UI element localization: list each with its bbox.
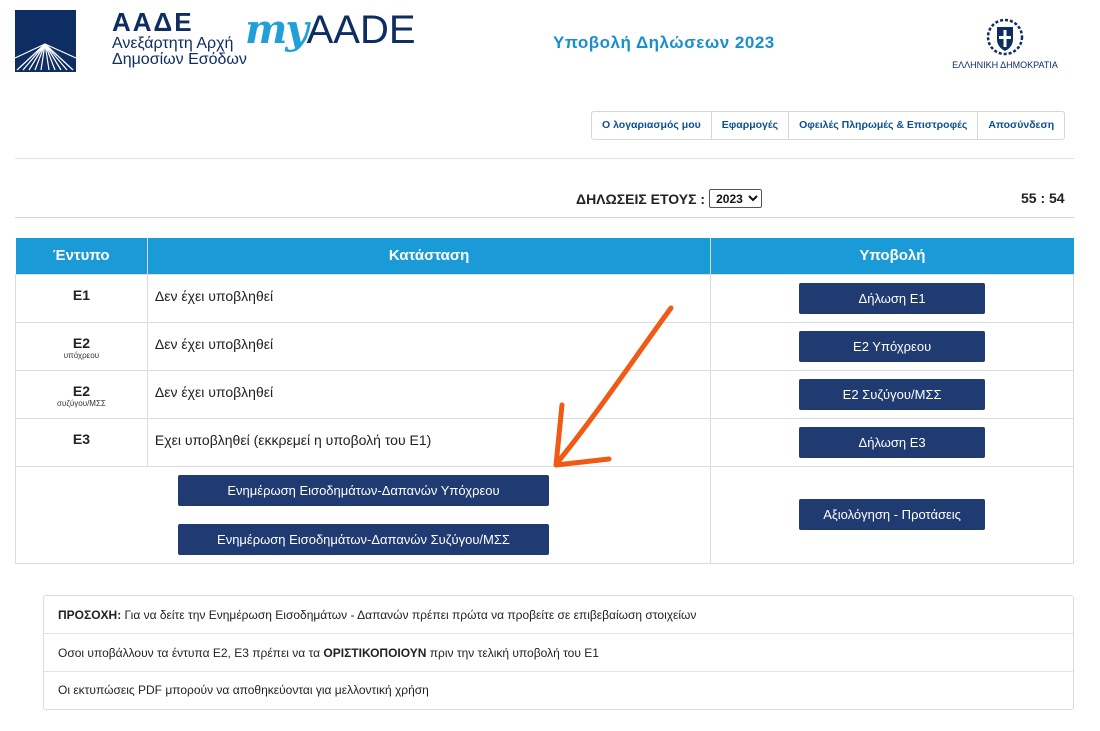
aade-logo-icon xyxy=(15,10,76,72)
form-code: Ε2 xyxy=(72,334,90,351)
form-code: Ε1 xyxy=(72,286,90,303)
form-code: Ε2 xyxy=(72,382,90,399)
table-row: Ε2 υπόχρεου Δεν έχει υποβληθεί Ε2 Υπόχρε… xyxy=(15,321,1074,371)
year-filter-label: ΔΗΛΩΣΕΙΣ ΕΤΟΥΣ : xyxy=(576,190,706,207)
myaade-logo-my: my xyxy=(245,6,309,53)
republic-label: ΕΛΛΗΝΙΚΗ ΔΗΜΟΚΡΑΤΙΑ xyxy=(952,60,1058,70)
page-title: Υποβολή Δηλώσεων 2023 xyxy=(553,33,775,52)
org-short-name: ΑΑΔΕ xyxy=(112,7,194,37)
notice-warning-label: ΠΡΟΣΟΧΗ: xyxy=(58,608,122,622)
notice-item: Οσοι υποβάλλουν τα έντυπα Ε2, Ε3 πρέπει … xyxy=(44,634,1073,672)
declarations-table: Έντυπο Κατάσταση Υποβολή Ε1 Δεν έχει υπο… xyxy=(14,238,1074,564)
declaration-e1-button[interactable]: Δήλωση Ε1 xyxy=(799,282,986,314)
year-filter: ΔΗΛΩΣΕΙΣ ΕΤΟΥΣ : 2023 xyxy=(576,189,763,208)
session-timer: 55 : 54 xyxy=(1021,190,1065,206)
table-row: Ε3 Εχει υποβληθεί (εκκρεμεί η υποβολή το… xyxy=(15,417,1074,467)
nav-my-account[interactable]: Ο λογαριασμός μου xyxy=(592,112,712,139)
e2-spouse-button[interactable]: Ε2 Συζύγου/ΜΣΣ xyxy=(799,378,986,410)
divider xyxy=(15,217,1074,218)
table-row: Ε1 Δεν έχει υποβληθεί Δήλωση Ε1 xyxy=(15,273,1074,323)
myaade-logo: myAADE xyxy=(245,6,416,53)
notice-emphasis: ΟΡΙΣΤΙΚΟΠΟΙΟΥΝ xyxy=(323,646,427,660)
divider xyxy=(15,158,1074,159)
hellenic-republic-logo: ΕΛΛΗΝΙΚΗ ΔΗΜΟΚΡΑΤΙΑ xyxy=(950,18,1060,70)
update-income-expenses-spouse-button[interactable]: Ενημέρωση Εισοδημάτων-Δαπανών Συζύγου/ΜΣ… xyxy=(178,523,549,555)
nav-logout[interactable]: Αποσύνδεση xyxy=(978,112,1064,139)
aade-wordmark: ΑΑΔΕ Ανεξάρτητη Αρχή Δημοσίων Εσόδων xyxy=(112,8,247,68)
notice-text: πριν την τελική υποβολή του Ε1 xyxy=(426,646,599,660)
year-select[interactable]: 2023 xyxy=(709,189,763,208)
update-income-expenses-taxpayer-button[interactable]: Ενημέρωση Εισοδημάτων-Δαπανών Υπόχρεου xyxy=(178,474,549,506)
e2-taxpayer-button[interactable]: Ε2 Υπόχρεου xyxy=(799,330,986,362)
table-row: Ενημέρωση Εισοδημάτων-Δαπανών Υπόχρεου Ε… xyxy=(14,465,1074,564)
column-header-status: Κατάσταση xyxy=(147,238,712,274)
form-subtitle: συζύγου/ΜΣΣ xyxy=(57,398,106,408)
nav-debts-payments-refunds[interactable]: Οφειλές Πληρωμές & Επιστροφές xyxy=(789,112,979,139)
notice-item: Οι εκτυπώσεις PDF μπορούν να αποθηκεύοντ… xyxy=(58,683,429,697)
notices-panel: ΠΡΟΣΟΧΗ: Για να δείτε την Ενημέρωση Εισο… xyxy=(43,595,1074,710)
status-cell: Δεν έχει υποβληθεί xyxy=(146,369,712,419)
notice-text: Οσοι υποβάλλουν τα έντυπα Ε2, Ε3 πρέπει … xyxy=(58,646,324,660)
nav-applications[interactable]: Εφαρμογές xyxy=(712,112,790,139)
form-code: Ε3 xyxy=(72,430,90,447)
column-header-form: Έντυπο xyxy=(15,238,148,274)
table-row: Ε2 συζύγου/ΜΣΣ Δεν έχει υποβληθεί Ε2 Συζ… xyxy=(15,369,1074,419)
status-cell: Δεν έχει υποβληθεί xyxy=(146,273,712,323)
notice-item: ΠΡΟΣΟΧΗ: Για να δείτε την Ενημέρωση Εισο… xyxy=(44,596,1073,634)
declaration-e3-button[interactable]: Δήλωση Ε3 xyxy=(799,426,986,458)
notice-text: Για να δείτε την Ενημέρωση Εισοδημάτων -… xyxy=(121,608,697,622)
feedback-button[interactable]: Αξιολόγηση - Προτάσεις xyxy=(799,499,986,530)
myaade-logo-aade: AADE xyxy=(306,8,416,52)
top-navigation: Ο λογαριασμός μου Εφαρμογές Οφειλές Πληρ… xyxy=(591,111,1066,140)
greek-coat-of-arms-icon xyxy=(986,18,1024,56)
form-subtitle: υπόχρεου xyxy=(63,350,100,360)
org-line-1: Ανεξάρτητη Αρχή xyxy=(112,35,234,52)
column-header-submission: Υποβολή xyxy=(710,238,1074,274)
status-cell: Δεν έχει υποβληθεί xyxy=(146,321,712,371)
status-cell: Εχει υποβληθεί (εκκρεμεί η υποβολή του Ε… xyxy=(146,417,712,467)
org-line-2: Δημοσίων Εσόδων xyxy=(112,51,247,68)
